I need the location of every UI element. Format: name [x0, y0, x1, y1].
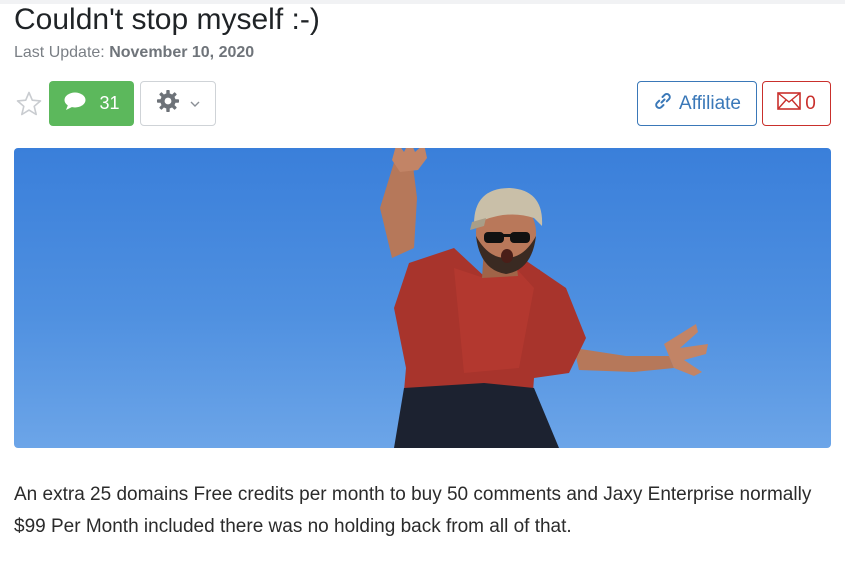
affiliate-button[interactable]: Affiliate [637, 81, 757, 126]
last-update: Last Update: November 10, 2020 [14, 44, 254, 62]
message-button[interactable]: 0 [762, 81, 831, 126]
comment-count: 31 [99, 93, 120, 113]
affiliate-label: Affiliate [679, 92, 741, 114]
chevron-down-icon [190, 95, 200, 113]
gear-icon [156, 89, 180, 118]
last-update-date: November 10, 2020 [109, 44, 255, 61]
favorite-star-icon[interactable] [15, 90, 43, 118]
comments-button[interactable]: 31 [49, 81, 134, 126]
post-title: Couldn't stop myself :-) [14, 3, 320, 36]
last-update-label: Last Update: [14, 44, 105, 61]
settings-dropdown-button[interactable] [140, 81, 216, 126]
link-icon [653, 91, 673, 117]
message-count: 0 [805, 92, 816, 114]
post-body: An extra 25 domains Free credits per mon… [14, 484, 812, 537]
speech-bubble-icon [63, 91, 87, 116]
envelope-icon [777, 91, 802, 116]
post-image [14, 148, 831, 448]
